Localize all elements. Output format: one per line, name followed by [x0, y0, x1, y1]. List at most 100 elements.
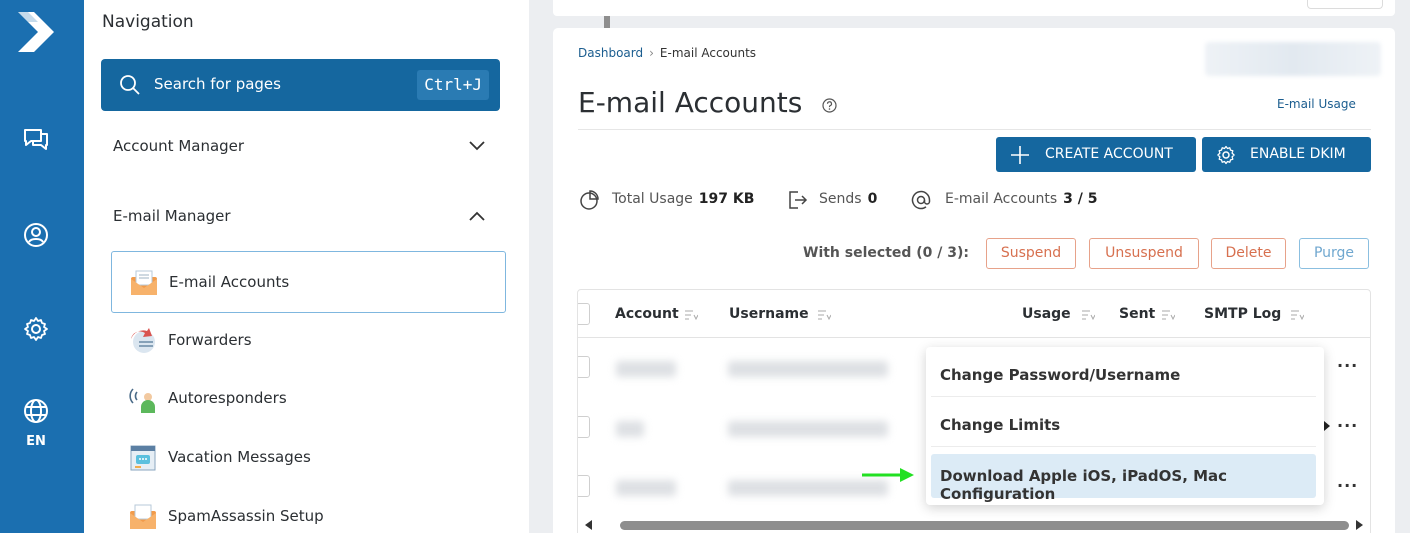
sends-label: Sends: [819, 191, 862, 207]
section-email-manager[interactable]: E-mail Manager: [113, 207, 231, 225]
sends-stat: Sends 0: [819, 191, 877, 207]
email-accounts-label: E-mail Accounts: [945, 191, 1058, 207]
menu-item-label: Change Password/Username: [940, 366, 1181, 384]
page-title: E-mail Accounts: [578, 86, 803, 119]
top-card-control[interactable]: [1307, 0, 1383, 9]
search-pages-button[interactable]: Search for pages Ctrl+J: [101, 59, 500, 111]
breadcrumb-current: E-mail Accounts: [659, 46, 757, 60]
total-usage-label: Total Usage: [612, 191, 693, 207]
divider: [578, 129, 1371, 130]
purge-button[interactable]: Purge: [1299, 238, 1369, 269]
nav-item-email-accounts[interactable]: E-mail Accounts: [111, 251, 506, 313]
total-usage-value: 197 KB: [698, 191, 755, 207]
blurred-account: [616, 361, 676, 377]
blurred-control[interactable]: [1205, 42, 1381, 76]
search-label: Search for pages: [154, 75, 281, 93]
sort-icon[interactable]: [1290, 309, 1304, 321]
envelope-icon: [131, 270, 157, 295]
with-selected-label: With selected (0 / 3):: [803, 245, 970, 261]
pie-chart-icon: [580, 190, 599, 210]
spam-icon: [130, 504, 156, 529]
menu-item-label: Download Apple iOS, iPadOS, Mac Configur…: [940, 467, 1228, 503]
blurred-username: [728, 421, 888, 437]
column-header-smtp-log[interactable]: SMTP Log: [1204, 306, 1281, 322]
gear-icon[interactable]: [22, 315, 50, 343]
sort-icon[interactable]: [684, 309, 698, 321]
column-header-sent[interactable]: Sent: [1119, 306, 1155, 322]
row-menu-button[interactable]: ...: [1337, 412, 1358, 431]
nav-item-autoresponders[interactable]: Autoresponders: [111, 368, 506, 430]
menu-item-change-password[interactable]: Change Password/Username: [931, 353, 1316, 397]
breadcrumb-dashboard-link[interactable]: Dashboard: [578, 46, 643, 60]
sort-icon[interactable]: [1161, 309, 1175, 321]
blurred-account: [616, 421, 644, 437]
row-checkbox[interactable]: [578, 416, 590, 438]
suspend-button[interactable]: Suspend: [986, 238, 1076, 269]
total-usage-stat: Total Usage 197 KB: [612, 191, 754, 207]
search-shortcut: Ctrl+J: [417, 70, 489, 100]
row-menu-button[interactable]: ...: [1337, 472, 1358, 491]
sort-icon[interactable]: [817, 309, 831, 321]
sends-value: 0: [867, 191, 878, 207]
annotation-arrow-icon: [862, 468, 914, 482]
nav-item-label: Vacation Messages: [168, 448, 311, 466]
navigation-panel: Navigation Search for pages Ctrl+J Accou…: [84, 0, 610, 533]
nav-item-forwarders[interactable]: Forwarders: [111, 310, 506, 372]
at-sign-icon: [911, 190, 931, 210]
delete-button[interactable]: Delete: [1211, 238, 1286, 269]
unsuspend-button[interactable]: Unsuspend: [1089, 238, 1199, 269]
top-card: [553, 0, 1395, 16]
nav-item-label: E-mail Accounts: [169, 273, 290, 291]
scroll-left-arrow[interactable]: [585, 520, 592, 530]
language-label[interactable]: EN: [0, 434, 72, 449]
plus-icon: [1011, 146, 1029, 164]
breadcrumb-separator: ›: [649, 46, 654, 60]
email-usage-link[interactable]: E-mail Usage: [1277, 97, 1356, 111]
row-actions-dropdown: Change Password/Username Change Limits D…: [926, 347, 1324, 505]
menu-item-download-apple-config[interactable]: Download Apple iOS, iPadOS, Mac Configur…: [931, 454, 1316, 503]
column-header-username[interactable]: Username: [729, 306, 809, 322]
help-icon[interactable]: [822, 98, 837, 113]
logo-icon[interactable]: [14, 8, 58, 56]
row-checkbox[interactable]: [578, 356, 590, 378]
user-icon[interactable]: [22, 221, 50, 249]
nav-item-label: SpamAssassin Setup: [168, 507, 324, 525]
menu-item-label: Change Limits: [940, 416, 1061, 434]
row-checkbox[interactable]: [578, 475, 590, 497]
email-accounts-value: 3 / 5: [1063, 191, 1098, 207]
navigation-title: Navigation: [102, 12, 194, 32]
row-menu-button[interactable]: ...: [1337, 352, 1358, 371]
create-account-label: CREATE ACCOUNT: [1045, 146, 1173, 162]
chevron-up-icon[interactable]: [468, 210, 486, 222]
column-header-usage[interactable]: Usage: [1022, 306, 1071, 322]
email-accounts-stat: E-mail Accounts 3 / 5: [945, 191, 1098, 207]
table-horizontal-scrollbar[interactable]: [620, 521, 1349, 530]
column-header-account[interactable]: Account: [615, 306, 679, 322]
scroll-right-arrow[interactable]: [1356, 520, 1363, 530]
enable-dkim-label: ENABLE DKIM: [1250, 146, 1346, 162]
blurred-username: [728, 361, 888, 377]
chevron-down-icon[interactable]: [468, 140, 486, 152]
enable-dkim-button[interactable]: ENABLE DKIM: [1202, 137, 1371, 172]
menu-item-change-limits[interactable]: Change Limits: [931, 403, 1316, 447]
forward-icon: [131, 328, 155, 353]
blurred-account: [616, 480, 676, 496]
breadcrumb: Dashboard › E-mail Accounts: [578, 46, 756, 60]
autoresponder-icon: [129, 388, 155, 413]
nav-item-label: Forwarders: [168, 331, 252, 349]
nav-item-spamassassin-setup[interactable]: SpamAssassin Setup: [111, 486, 506, 533]
create-account-button[interactable]: CREATE ACCOUNT: [996, 137, 1196, 172]
gear-icon: [1217, 145, 1235, 165]
select-all-checkbox[interactable]: [578, 303, 590, 325]
header-divider: [578, 337, 1370, 338]
section-account-manager[interactable]: Account Manager: [113, 137, 244, 155]
nav-item-label: Autoresponders: [168, 389, 287, 407]
sort-icon[interactable]: [1081, 309, 1095, 321]
left-rail: EN: [0, 0, 84, 533]
globe-icon[interactable]: [22, 397, 50, 425]
vacation-icon: [130, 445, 156, 471]
search-icon: [120, 75, 140, 95]
row-pointer-icon: [1324, 421, 1330, 431]
nav-item-vacation-messages[interactable]: Vacation Messages: [111, 427, 506, 489]
chat-icon[interactable]: [22, 125, 50, 153]
